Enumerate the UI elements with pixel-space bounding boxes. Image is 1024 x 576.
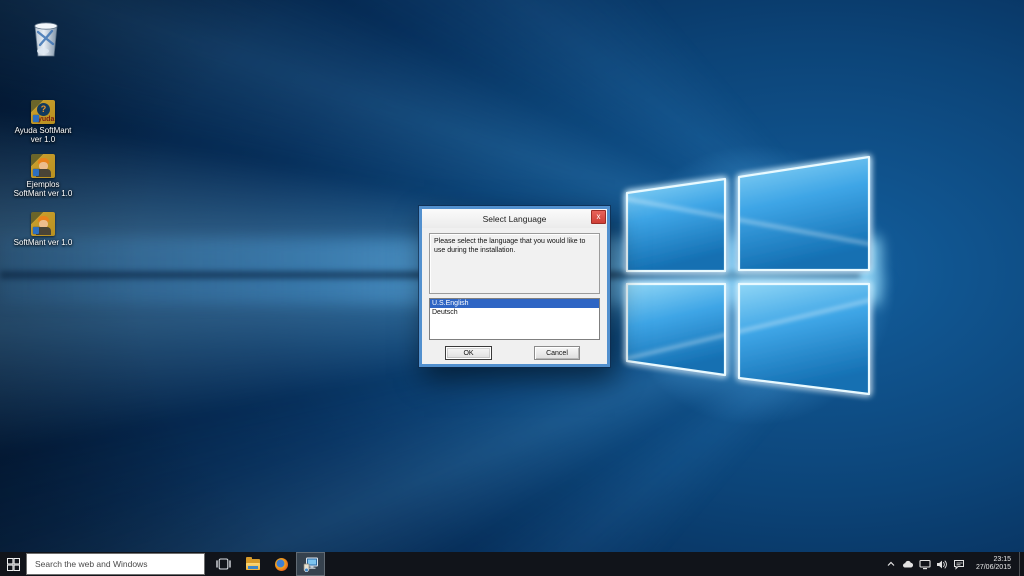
close-button[interactable]: x: [591, 210, 606, 224]
desktop-icon-softmant[interactable]: SoftMant ver 1.0: [8, 212, 78, 247]
clock-time: 23:15: [976, 556, 1011, 564]
tray-chevron-up-icon[interactable]: [885, 558, 898, 571]
icon-label: SoftMant ver 1.0: [8, 238, 78, 247]
ayuda-app-icon: ? yuda: [31, 100, 55, 124]
start-button[interactable]: [0, 552, 26, 576]
language-listbox[interactable]: U.S.English Deutsch: [429, 298, 600, 340]
tray-action-center-icon[interactable]: [953, 558, 966, 571]
installer-setup-icon: [303, 557, 319, 572]
file-explorer-button[interactable]: [238, 552, 267, 576]
language-option-us-english[interactable]: U.S.English: [430, 299, 599, 308]
task-view-icon: [216, 558, 231, 570]
file-explorer-icon: [246, 559, 260, 570]
dialog-body: Please select the language that you woul…: [422, 228, 607, 364]
desktop-icon-recycle-bin[interactable]: [11, 18, 81, 60]
desktop-icon-ejemplos-softmant[interactable]: Ejemplos SoftMant ver 1.0: [8, 154, 78, 198]
firefox-icon: [275, 558, 288, 571]
ayuda-word: yuda: [38, 116, 54, 123]
tray-volume-icon[interactable]: [936, 558, 949, 571]
clock-date: 27/06/2015: [976, 564, 1011, 572]
ok-button[interactable]: OK: [445, 346, 492, 360]
task-view-button[interactable]: [209, 552, 238, 576]
search-input[interactable]: [26, 553, 205, 575]
instruction-text: Please select the language that you woul…: [429, 233, 600, 294]
recycle-bin-icon: [28, 18, 64, 60]
icon-label: Ayuda SoftMant ver 1.0: [8, 126, 78, 144]
system-tray: [885, 558, 970, 571]
tray-onedrive-cloud-icon[interactable]: [902, 558, 915, 571]
puzzle-badge: [33, 227, 39, 234]
puzzle-badge: [33, 169, 39, 176]
windows-desktop: ? yuda Ayuda SoftMant ver 1.0 Ejemplos S…: [0, 0, 1024, 576]
desktop-icon-ayuda-softmant[interactable]: ? yuda Ayuda SoftMant ver 1.0: [8, 100, 78, 144]
taskbar: 23:15 27/06/2015: [0, 552, 1024, 576]
firefox-button[interactable]: [267, 552, 296, 576]
select-language-dialog: Select Language x Please select the lang…: [419, 206, 610, 367]
cancel-button[interactable]: Cancel: [534, 346, 580, 360]
windows-start-icon: [7, 558, 20, 571]
dialog-titlebar[interactable]: Select Language x: [422, 209, 607, 228]
softmant-app-icon: [31, 212, 55, 236]
ejemplos-app-icon: [31, 154, 55, 178]
show-desktop-button[interactable]: [1019, 552, 1024, 576]
taskbar-clock[interactable]: 23:15 27/06/2015: [970, 556, 1019, 572]
tray-network-display-icon[interactable]: [919, 558, 932, 571]
softmant-installer-taskbar-button[interactable]: [296, 552, 325, 576]
puzzle-badge: [33, 115, 39, 122]
icon-label: Ejemplos SoftMant ver 1.0: [8, 180, 78, 198]
language-option-deutsch[interactable]: Deutsch: [430, 308, 599, 317]
dialog-title: Select Language: [483, 214, 547, 224]
help-question-glyph: ?: [37, 103, 50, 116]
